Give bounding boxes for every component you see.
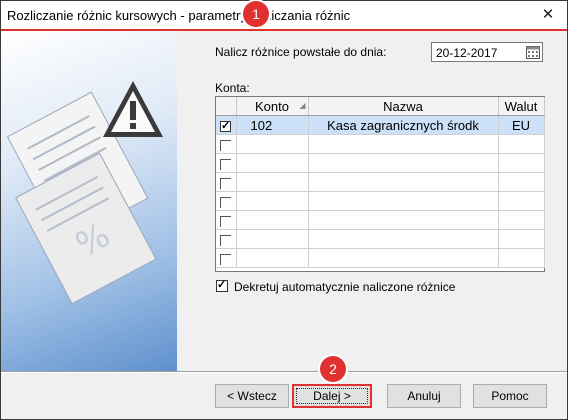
- table-row[interactable]: [216, 153, 545, 173]
- accounts-grid[interactable]: Konto◢ Nazwa Walut 102 Kasa zagranicznyc…: [215, 96, 545, 272]
- accounts-label: Konta:: [215, 81, 250, 95]
- footer-separator-highlight: [1, 372, 567, 373]
- date-label: Nalicz różnice powstałe do dnia:: [215, 45, 387, 59]
- table-header-row: Konto ◢ Nazwa Walut: [216, 97, 545, 116]
- table-row[interactable]: [216, 191, 545, 211]
- annotation-badge-1: 1: [243, 1, 269, 27]
- annotation-badge-2: 2: [320, 356, 346, 382]
- row-checkbox[interactable]: [220, 234, 231, 246]
- date-value: 20-12-2017: [436, 46, 498, 60]
- date-field[interactable]: 20-12-2017: [431, 42, 543, 62]
- header-nazwa[interactable]: Nazwa: [308, 97, 499, 116]
- close-icon[interactable]: ✕: [533, 3, 563, 27]
- table-row[interactable]: 102 Kasa zagranicznych środk EU: [216, 115, 545, 135]
- sort-icon: ◢: [299, 101, 306, 110]
- dialog-window: Rozliczanie różnic kursowych - parametry…: [0, 0, 568, 420]
- row-checkbox[interactable]: [220, 177, 231, 189]
- wizard-side-panel: %: [1, 31, 177, 371]
- table-row[interactable]: [216, 229, 545, 249]
- row-checkbox[interactable]: [220, 196, 231, 208]
- table-row[interactable]: [216, 172, 545, 192]
- auto-decree-checkbox[interactable]: [216, 278, 228, 292]
- table-row[interactable]: [216, 248, 545, 268]
- back-button[interactable]: < Wstecz: [215, 384, 289, 408]
- row-checkbox[interactable]: [220, 253, 231, 265]
- table-row[interactable]: [216, 210, 545, 230]
- row-checkbox[interactable]: [220, 139, 231, 151]
- cell-konto: 102: [236, 115, 309, 135]
- accounts-table: Konto◢ Nazwa Walut 102 Kasa zagranicznyc…: [216, 97, 545, 268]
- calendar-icon[interactable]: [526, 45, 540, 59]
- cancel-button[interactable]: Anuluj: [387, 384, 461, 408]
- auto-decree-label[interactable]: Dekretuj automatycznie naliczone różnice: [234, 280, 455, 294]
- title-bar: Rozliczanie różnic kursowych - parametry…: [1, 1, 567, 29]
- row-checkbox[interactable]: [220, 119, 231, 132]
- header-konto[interactable]: Konto ◢: [236, 97, 309, 116]
- next-button[interactable]: Dalej >: [292, 384, 372, 408]
- next-button-label: Dalej >: [296, 388, 368, 404]
- row-checkbox[interactable]: [220, 158, 231, 170]
- header-checkbox-column: [216, 97, 237, 116]
- cell-nazwa: Kasa zagranicznych środk: [308, 115, 499, 135]
- warning-icon: [103, 81, 163, 137]
- table-row[interactable]: [216, 134, 545, 154]
- header-waluta[interactable]: Walut: [498, 97, 545, 116]
- row-checkbox[interactable]: [220, 215, 231, 227]
- window-title: Rozliczanie różnic kursowych - parametry…: [7, 8, 351, 23]
- cell-waluta: EU: [498, 115, 545, 135]
- help-button[interactable]: Pomoc: [473, 384, 547, 408]
